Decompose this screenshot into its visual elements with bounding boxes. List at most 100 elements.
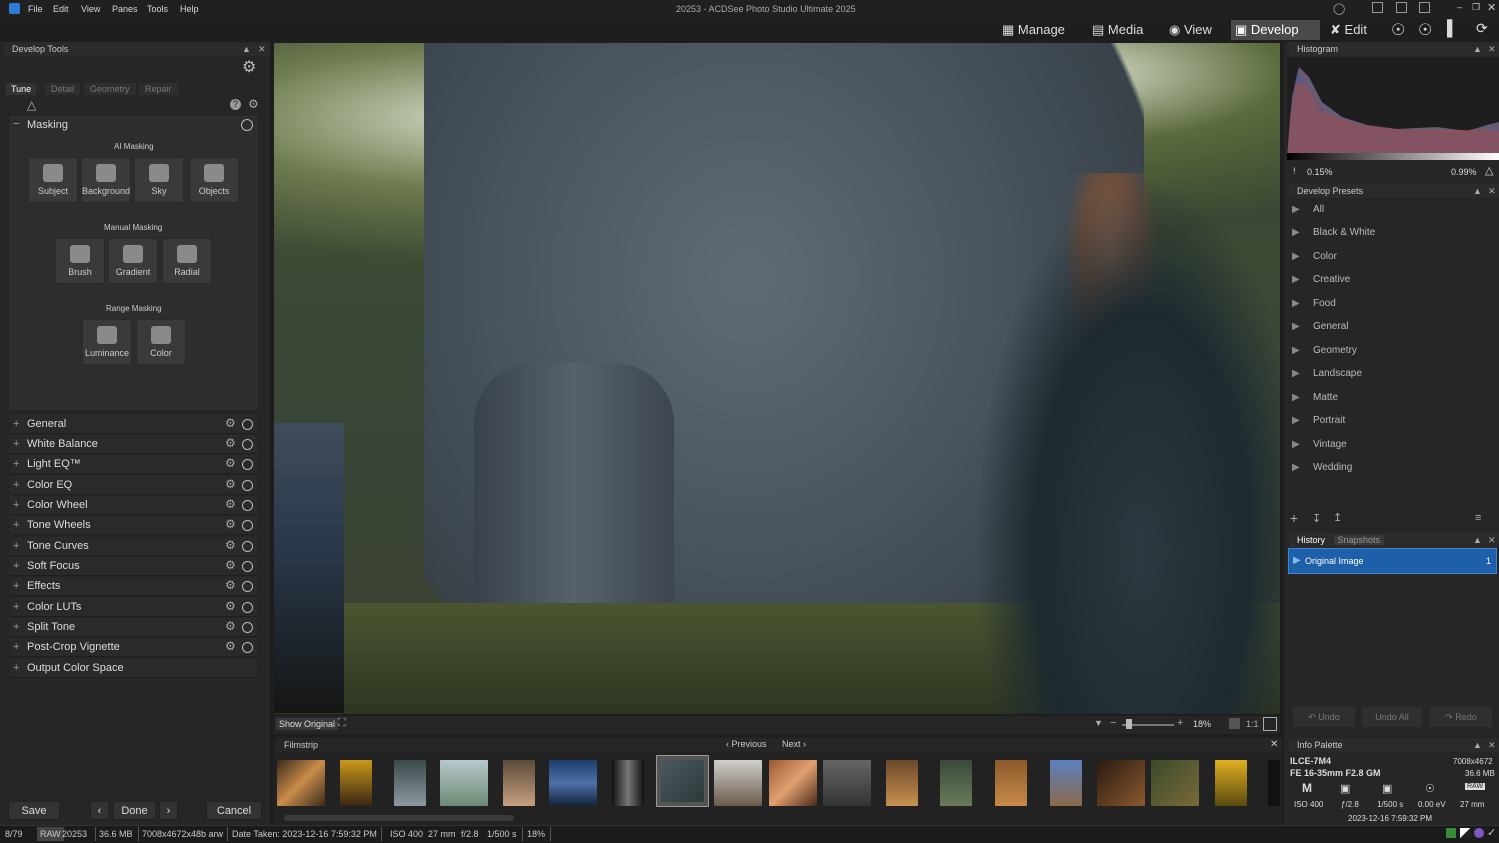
status-color-icon[interactable]: [1446, 828, 1456, 838]
import-preset-icon[interactable]: ↧: [1312, 512, 1321, 525]
filmstrip-previous-button[interactable]: ‹ Previous: [726, 739, 767, 749]
layout-bottom-icon[interactable]: [1396, 2, 1407, 13]
thumbnail[interactable]: [1050, 760, 1082, 806]
365-icon[interactable]: ☉: [1418, 20, 1432, 40]
masking-toggle[interactable]: [241, 119, 253, 131]
thumbnail[interactable]: [886, 760, 918, 806]
mask-gradient-button[interactable]: Gradient: [108, 238, 158, 284]
tab-repair[interactable]: Repair: [139, 83, 178, 95]
redo-button[interactable]: ↷ Redo: [1430, 707, 1492, 727]
preset-geometry[interactable]: ▶ Geometry: [1288, 340, 1499, 362]
warning-icon[interactable]: △: [27, 98, 36, 112]
group-split-tone[interactable]: + Split Tone ⚙: [10, 618, 257, 637]
mask-subject-button[interactable]: Subject: [28, 157, 78, 203]
mode-media[interactable]: ▤ Media: [1088, 20, 1147, 40]
filmstrip-scrollbar[interactable]: [284, 815, 514, 821]
tab-snapshots[interactable]: Snapshots: [1333, 535, 1385, 545]
menu-tools[interactable]: Tools: [147, 4, 168, 14]
tab-tune[interactable]: Tune: [6, 83, 37, 95]
group-output-color-space[interactable]: + Output Color Space: [10, 659, 257, 678]
group-color-wheel[interactable]: + Color Wheel ⚙: [10, 496, 257, 515]
undo-all-button[interactable]: Undo All: [1362, 707, 1422, 727]
thumbnail-selected[interactable]: [656, 755, 709, 807]
menu-panes[interactable]: Panes: [112, 4, 138, 14]
thumbnail[interactable]: [612, 760, 644, 806]
clip-shadow-icon[interactable]: !: [1293, 166, 1296, 176]
preset-food[interactable]: ▶ Food: [1288, 293, 1499, 315]
thumbnail[interactable]: [549, 760, 597, 806]
360-icon[interactable]: ☉: [1391, 20, 1405, 40]
mode-develop[interactable]: ▣ Develop: [1231, 20, 1320, 40]
done-button[interactable]: Done: [113, 801, 156, 820]
preset-wedding[interactable]: ▶ Wedding: [1288, 457, 1499, 479]
info-close-icon[interactable]: ✕: [1488, 738, 1496, 752]
histogram-close-icon[interactable]: ✕: [1488, 42, 1496, 56]
menu-view[interactable]: View: [81, 4, 100, 14]
add-preset-icon[interactable]: +: [1290, 510, 1298, 526]
preset-vintage[interactable]: ▶ Vintage: [1288, 434, 1499, 456]
history-item-original[interactable]: ▶ Original Image 1: [1288, 548, 1497, 574]
group-soft-focus[interactable]: + Soft Focus ⚙: [10, 557, 257, 576]
mask-sky-button[interactable]: Sky: [134, 157, 184, 203]
tab-history[interactable]: History: [1297, 535, 1325, 545]
show-original-button[interactable]: Show Original: [276, 718, 339, 730]
history-close-icon[interactable]: ✕: [1488, 533, 1496, 547]
preset-all[interactable]: ▶ All: [1288, 199, 1499, 221]
preset-general[interactable]: ▶ General: [1288, 316, 1499, 338]
fit-icon[interactable]: [1263, 717, 1277, 731]
help-icon[interactable]: ?: [230, 99, 241, 110]
thumbnail[interactable]: [714, 760, 762, 806]
collapse-icon[interactable]: −: [13, 118, 19, 130]
mask-objects-button[interactable]: Objects: [189, 157, 239, 203]
pin-icon[interactable]: ▲: [1473, 738, 1482, 752]
thumbnail[interactable]: [340, 760, 372, 806]
preset-menu-icon[interactable]: ≡: [1475, 512, 1481, 524]
thumbnail[interactable]: [1151, 760, 1199, 806]
pin-icon[interactable]: ▲: [1473, 533, 1482, 547]
mask-luminance-button[interactable]: Luminance: [82, 319, 132, 365]
undo-button[interactable]: ↶ Undo: [1293, 707, 1355, 727]
actual-size-button[interactable]: 1:1: [1246, 719, 1259, 729]
zoom-out-icon[interactable]: −: [1110, 717, 1116, 729]
mask-brush-button[interactable]: Brush: [55, 238, 105, 284]
group-tone-curves[interactable]: + Tone Curves ⚙: [10, 537, 257, 556]
status-check-icon[interactable]: ✓: [1487, 826, 1496, 839]
preset-black-white[interactable]: ▶ Black & White: [1288, 222, 1499, 244]
mode-edit[interactable]: ✘ Edit: [1326, 20, 1371, 40]
preset-matte[interactable]: ▶ Matte: [1288, 387, 1499, 409]
group-color-eq[interactable]: + Color EQ ⚙: [10, 476, 257, 495]
thumbnail[interactable]: [1268, 760, 1280, 806]
restore-icon[interactable]: ❐: [1472, 2, 1480, 13]
user-icon[interactable]: ◯: [1333, 2, 1345, 15]
mask-radial-button[interactable]: Radial: [162, 238, 212, 284]
clip-highlight-icon[interactable]: △: [1485, 164, 1493, 177]
cancel-button[interactable]: Cancel: [206, 801, 262, 820]
tab-geometry[interactable]: Geometry: [84, 83, 136, 95]
preset-portrait[interactable]: ▶ Portrait: [1288, 410, 1499, 432]
group-color-luts[interactable]: + Color LUTs ⚙: [10, 598, 257, 617]
filmstrip-next-button[interactable]: Next ›: [782, 739, 806, 749]
thumbnail[interactable]: [394, 760, 426, 806]
export-preset-icon[interactable]: ↥: [1333, 511, 1342, 524]
settings-gear-icon[interactable]: ⚙: [242, 57, 256, 77]
minimize-icon[interactable]: –: [1457, 2, 1462, 12]
thumbnail[interactable]: [769, 760, 817, 806]
previous-image-button[interactable]: ‹: [90, 801, 109, 820]
save-button[interactable]: Save: [8, 801, 60, 820]
pin-icon[interactable]: ▲: [242, 42, 251, 56]
dashboard-icon[interactable]: ▌: [1447, 20, 1458, 37]
close-icon[interactable]: ✕: [1487, 1, 1496, 14]
status-bw-icon[interactable]: [1460, 828, 1470, 838]
group-white-balance[interactable]: + White Balance ⚙: [10, 435, 257, 454]
group-effects[interactable]: + Effects ⚙: [10, 577, 257, 596]
tools-settings-icon[interactable]: ⚙: [248, 97, 259, 111]
mask-background-button[interactable]: Background: [81, 157, 131, 203]
pin-icon[interactable]: ▲: [1473, 184, 1482, 198]
status-profile-icon[interactable]: [1474, 828, 1484, 838]
thumbnail[interactable]: [1097, 760, 1145, 806]
thumbnail[interactable]: [440, 760, 488, 806]
zoom-in-icon[interactable]: +: [1177, 717, 1183, 729]
menu-edit[interactable]: Edit: [53, 4, 69, 14]
next-image-button[interactable]: ›: [159, 801, 178, 820]
thumbnail[interactable]: [503, 760, 535, 806]
